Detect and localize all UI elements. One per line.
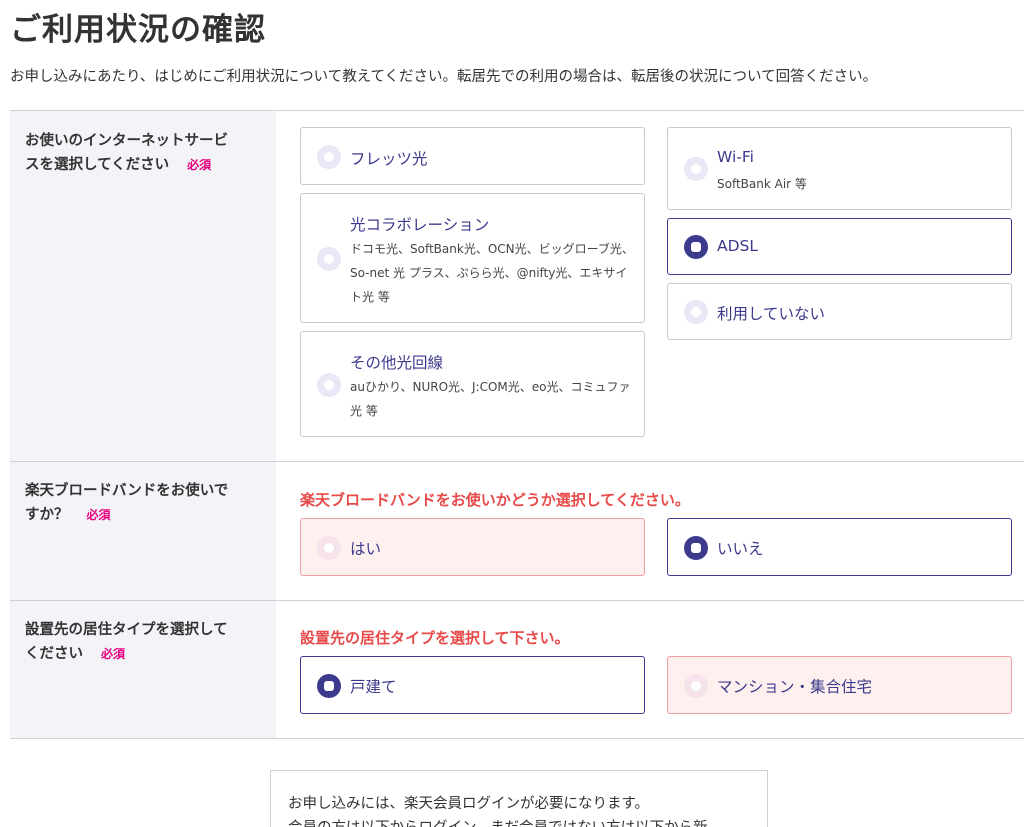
login-notice-box: お申し込みには、楽天会員ログインが必要になります。 会員の方は以下からログイン、… bbox=[270, 770, 768, 827]
option-title: 光コラボレーション bbox=[350, 216, 490, 234]
radio-icon[interactable] bbox=[317, 674, 341, 698]
option-title: 戸建て bbox=[350, 678, 397, 696]
option-title: 利用していない bbox=[717, 305, 826, 323]
option-flets-hikari[interactable]: フレッツ光 bbox=[300, 127, 645, 185]
radio-icon[interactable] bbox=[684, 536, 708, 560]
option-broadband-no[interactable]: いいえ bbox=[667, 518, 1012, 576]
radio-icon[interactable] bbox=[317, 145, 341, 169]
broadband-error-message: 楽天ブロードバンドをお使いかどうか選択してください。 bbox=[300, 491, 690, 509]
residence-label: 設置先の居住タイプを選択して ください 必須 bbox=[25, 622, 228, 662]
option-title: ADSL bbox=[717, 237, 759, 255]
option-hikari-collaboration[interactable]: 光コラボレーション ドコモ光、SoftBank光、OCN光、ビッグローブ光、 S… bbox=[300, 193, 645, 323]
option-apartment[interactable]: マンション・集合住宅 bbox=[667, 656, 1012, 714]
option-description: SoftBank Air 等 bbox=[717, 177, 807, 191]
residence-label-cell: 設置先の居住タイプを選択して ください 必須 bbox=[10, 601, 276, 738]
required-badge: 必須 bbox=[101, 647, 126, 661]
option-title: その他光回線 bbox=[350, 354, 444, 372]
notice-line: お申し込みには、楽天会員ログインが必要になります。 bbox=[288, 796, 650, 812]
required-badge: 必須 bbox=[187, 158, 212, 172]
radio-icon[interactable] bbox=[684, 235, 708, 259]
internet-service-label: お使いのインターネットサービ スを選択してください 必須 bbox=[25, 133, 228, 173]
radio-icon[interactable] bbox=[317, 373, 341, 397]
broadband-label: 楽天ブロードバンドをお使いで すか？ 必須 bbox=[25, 483, 229, 523]
radio-icon[interactable] bbox=[684, 674, 708, 698]
radio-icon[interactable] bbox=[684, 157, 708, 181]
radio-icon[interactable] bbox=[317, 536, 341, 560]
option-title: Wi-Fi bbox=[717, 148, 754, 166]
option-other-fiber[interactable]: その他光回線 auひかり、NURO光、J:COM光、eo光、コミュファ 光 等 bbox=[300, 331, 645, 437]
notice-line: 会員の方は以下からログイン、まだ会員ではない方は以下から新 bbox=[288, 816, 708, 827]
radio-icon[interactable] bbox=[684, 300, 708, 324]
option-title: フレッツ光 bbox=[350, 150, 428, 168]
radio-icon[interactable] bbox=[317, 247, 341, 271]
option-description: ドコモ光、SoftBank光、OCN光、ビッグローブ光、 So-net 光 プラ… bbox=[350, 242, 634, 304]
page-title: ご利用状況の確認 bbox=[10, 12, 266, 48]
intro-text: お申し込みにあたり、はじめにご利用状況について教えてください。転居先での利用の場… bbox=[10, 69, 878, 85]
broadband-label-cell: 楽天ブロードバンドをお使いで すか？ 必須 bbox=[10, 462, 276, 600]
option-description: auひかり、NURO光、J:COM光、eo光、コミュファ 光 等 bbox=[350, 380, 631, 418]
option-detached-house[interactable]: 戸建て bbox=[300, 656, 645, 714]
residence-error-message: 設置先の居住タイプを選択して下さい。 bbox=[300, 629, 570, 647]
option-not-using[interactable]: 利用していない bbox=[667, 283, 1012, 340]
option-title: はい bbox=[350, 540, 382, 558]
internet-service-label-cell: お使いのインターネットサービ スを選択してください 必須 bbox=[10, 111, 276, 461]
option-title: マンション・集合住宅 bbox=[717, 678, 873, 696]
option-adsl[interactable]: ADSL bbox=[667, 218, 1012, 275]
option-broadband-yes[interactable]: はい bbox=[300, 518, 645, 576]
required-badge: 必須 bbox=[86, 508, 111, 522]
option-wifi[interactable]: Wi-Fi SoftBank Air 等 bbox=[667, 127, 1012, 210]
option-title: いいえ bbox=[717, 540, 764, 558]
section-divider bbox=[10, 738, 1024, 739]
